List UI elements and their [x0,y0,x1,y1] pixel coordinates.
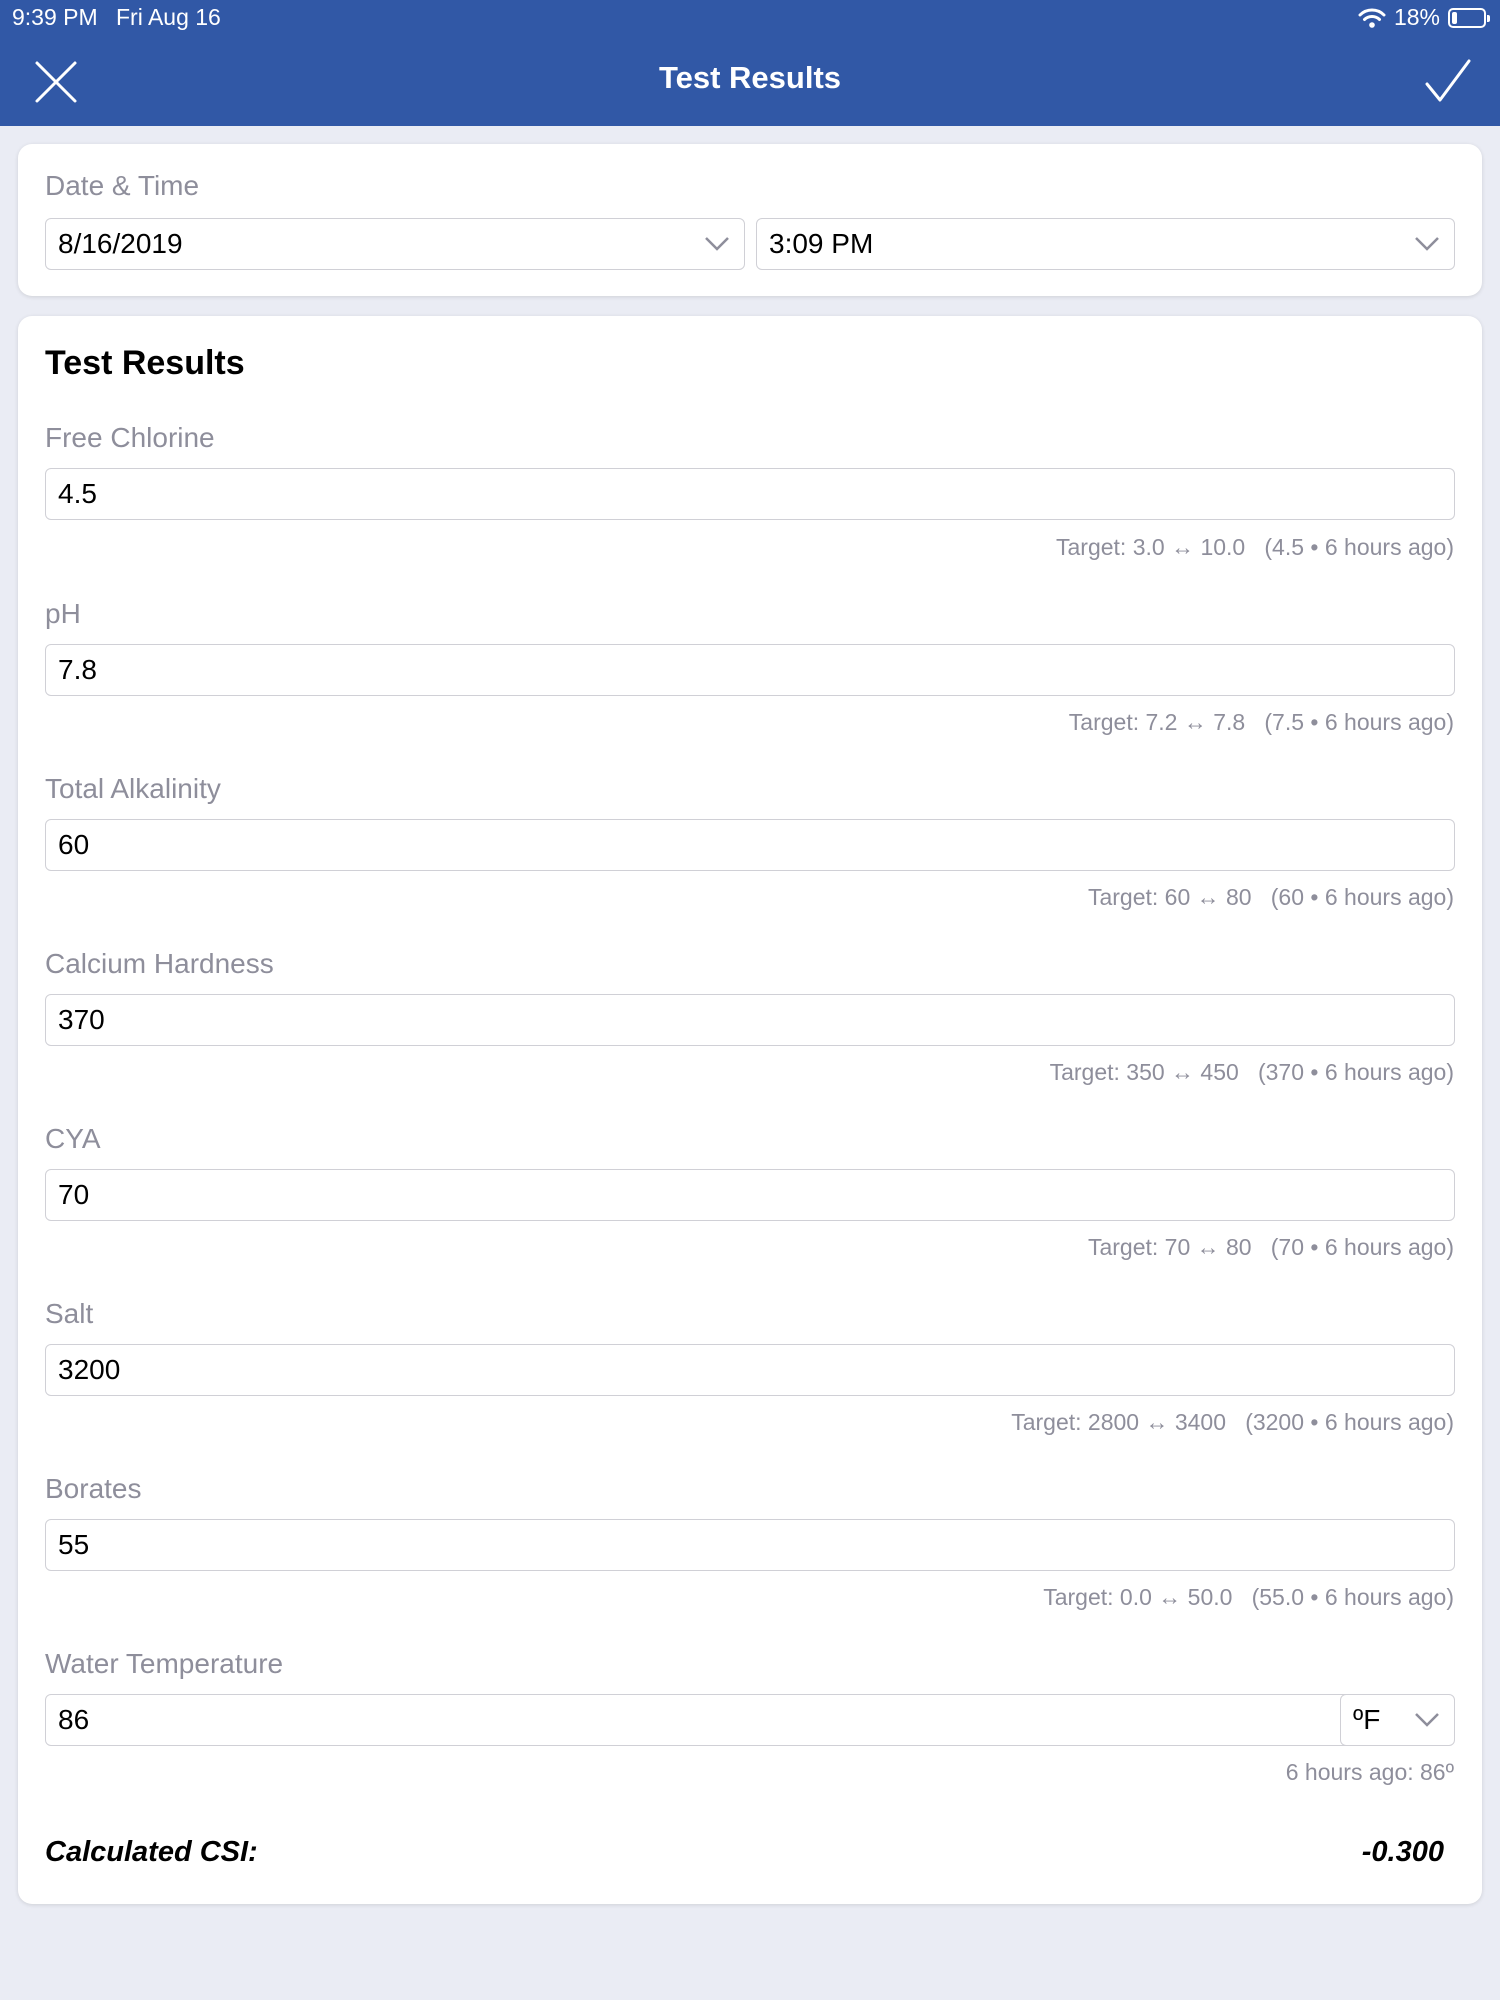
ph-input[interactable]: 7.8 [45,644,1455,696]
temperature-unit-select[interactable]: ºF [1340,1694,1455,1746]
test-results-card: Test Results Free Chlorine 4.5 Target: 3… [18,316,1482,1904]
time-value: 3:09 PM [769,228,874,259]
time-select[interactable]: 3:09 PM [756,218,1455,270]
page-title: Test Results [658,60,842,95]
free-chlorine-label: Free Chlorine [45,422,215,453]
checkmark-icon[interactable] [1424,58,1472,104]
cya-input[interactable]: 70 [45,1169,1455,1221]
salt-target: Target: 2800 ↔ 3400 (3200 • 6 hours ago) [1011,1409,1454,1435]
calcium-hardness-label: Calcium Hardness [45,948,274,979]
battery-percent: 18% [1393,4,1440,30]
total-alkalinity-label: Total Alkalinity [45,773,221,804]
free-chlorine-target: Target: 3.0 ↔ 10.0 (4.5 • 6 hours ago) [1056,534,1454,560]
ph-target: Target: 7.2 ↔ 7.8 (7.5 • 6 hours ago) [1068,709,1454,735]
battery-level [1452,11,1457,24]
wifi-icon [1358,8,1386,28]
date-select[interactable]: 8/16/2019 [45,218,745,270]
status-indicators: 18% [1358,4,1490,31]
calcium-hardness-target: Target: 350 ↔ 450 (370 • 6 hours ago) [1049,1059,1454,1085]
water-temperature-previous: 6 hours ago: 86º [1285,1759,1454,1785]
water-temperature-input[interactable]: 86 [45,1694,1355,1746]
total-alkalinity-target: Target: 60 ↔ 80 (60 • 6 hours ago) [1087,884,1454,910]
salt-label: Salt [45,1298,94,1329]
section-title: Test Results [45,344,245,382]
csi-label: Calculated CSI: [45,1836,258,1868]
battery-icon [1448,7,1490,28]
date-time-card: Date & Time 8/16/2019 3:09 PM [18,144,1482,296]
cya-label: CYA [45,1123,101,1154]
status-date: Fri Aug 16 [116,4,221,30]
chevron-down-icon [1415,237,1439,251]
chevron-down-icon [705,237,729,251]
status-time: 9:39 PM [12,4,98,30]
ph-label: pH [45,598,81,629]
csi-value: -0.300 [1361,1836,1444,1868]
water-temperature-label: Water Temperature [45,1648,284,1679]
salt-input[interactable]: 3200 [45,1344,1455,1396]
date-value: 8/16/2019 [58,228,183,259]
chevron-down-icon [1415,1713,1439,1727]
navigation-bar: 9:39 PM Fri Aug 16 18% Test Results [0,0,1500,126]
free-chlorine-input[interactable]: 4.5 [45,468,1455,520]
borates-target: Target: 0.0 ↔ 50.0 (55.0 • 6 hours ago) [1043,1584,1454,1610]
temperature-unit-value: ºF [1353,1704,1381,1735]
borates-label: Borates [45,1473,142,1504]
total-alkalinity-input[interactable]: 60 [45,819,1455,871]
borates-input[interactable]: 55 [45,1519,1455,1571]
cya-target: Target: 70 ↔ 80 (70 • 6 hours ago) [1087,1234,1454,1260]
calcium-hardness-input[interactable]: 370 [45,994,1455,1046]
date-time-label: Date & Time [45,170,200,201]
